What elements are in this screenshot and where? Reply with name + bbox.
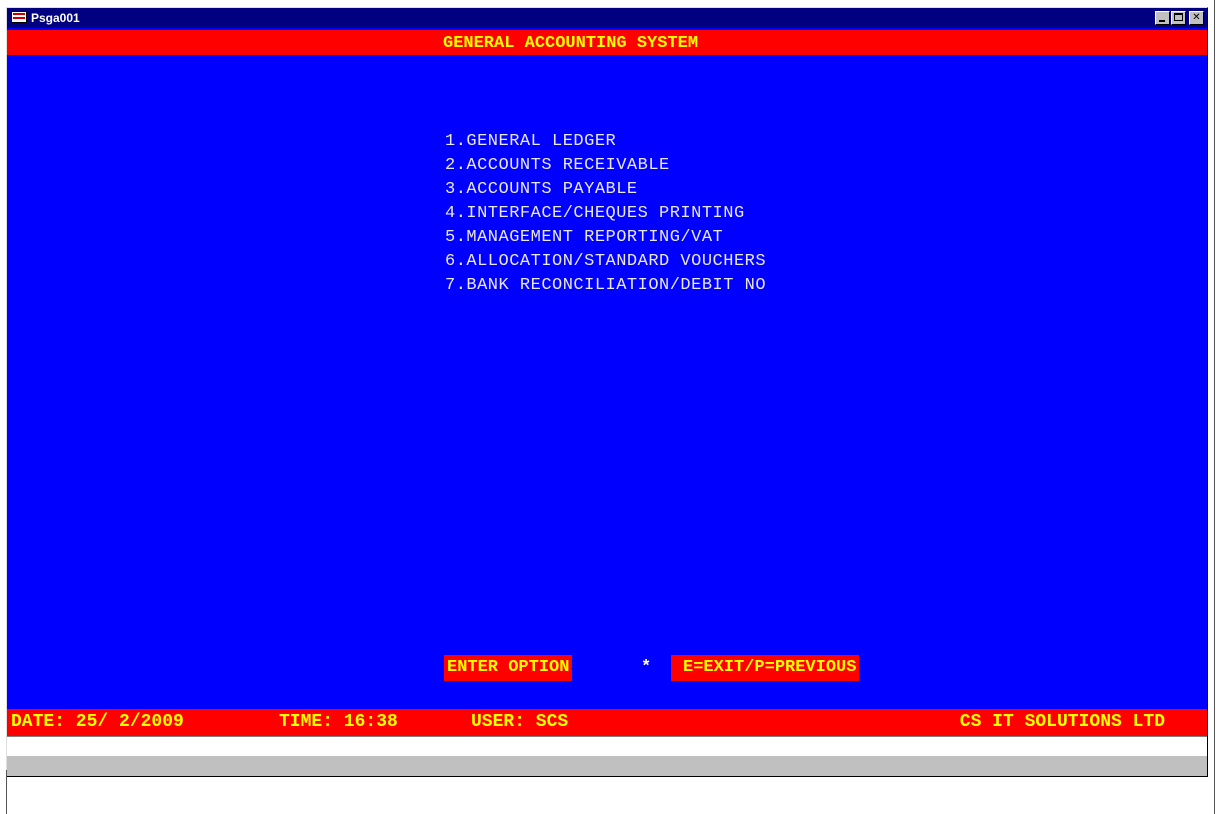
screen-header: GENERAL ACCOUNTING SYSTEM [7, 30, 1207, 55]
option-prompt-label: ENTER OPTION [444, 655, 573, 681]
menu-item-allocation-vouchers[interactable]: 6.ALLOCATION/STANDARD VOUCHERS [445, 250, 766, 274]
menu-item-general-ledger[interactable]: 1.GENERAL LEDGER [445, 130, 766, 154]
status-date: DATE: 25/ 2/2009 [11, 712, 184, 732]
menu-item-interface-cheques[interactable]: 4.INTERFACE/CHEQUES PRINTING [445, 202, 766, 226]
menu-item-management-reporting[interactable]: 5.MANAGEMENT REPORTING/VAT [445, 226, 766, 250]
minimize-icon [1159, 20, 1165, 22]
status-bar: DATE: 25/ 2/2009 TIME: 16:38 USER: SCS C… [7, 709, 1207, 736]
status-time: TIME: 16:38 [279, 712, 398, 732]
background-divider [1214, 0, 1215, 814]
status-company: CS IT SOLUTIONS LTD [959, 712, 1165, 732]
main-menu: 1.GENERAL LEDGER 2.ACCOUNTS RECEIVABLE 3… [445, 130, 766, 298]
app-window-icon[interactable] [11, 11, 27, 23]
close-icon: ✕ [1192, 12, 1201, 23]
screen-title: GENERAL ACCOUNTING SYSTEM [443, 34, 699, 53]
terminal-screen[interactable]: GENERAL ACCOUNTING SYSTEM 1.GENERAL LEDG… [7, 28, 1207, 756]
minimize-button[interactable] [1155, 11, 1170, 25]
background-divider-left [6, 770, 7, 814]
option-help-text: E=EXIT/P=PREVIOUS [671, 655, 860, 681]
title-bar[interactable]: Psga001 ✕ [7, 8, 1207, 28]
maximize-icon [1174, 13, 1183, 21]
menu-item-accounts-receivable[interactable]: 2.ACCOUNTS RECEIVABLE [445, 154, 766, 178]
close-button[interactable]: ✕ [1189, 11, 1204, 25]
option-input[interactable]: * [641, 655, 651, 681]
menu-item-accounts-payable[interactable]: 3.ACCOUNTS PAYABLE [445, 178, 766, 202]
menu-item-bank-reconciliation[interactable]: 7.BANK RECONCILIATION/DEBIT NO [445, 274, 766, 298]
status-user: USER: SCS [471, 712, 569, 732]
window-title: Psga001 [31, 11, 80, 25]
maximize-button[interactable] [1171, 11, 1186, 25]
input-line[interactable] [7, 736, 1207, 756]
app-window: Psga001 ✕ GENERAL ACCOUNTING SYSTEM 1.GE… [6, 7, 1208, 777]
